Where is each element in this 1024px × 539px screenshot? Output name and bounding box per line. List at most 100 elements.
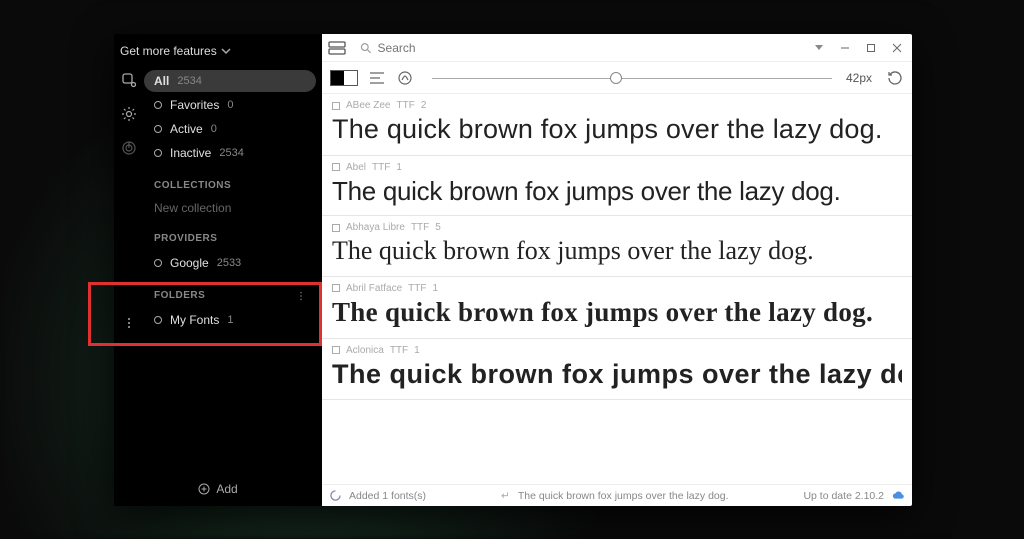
settings-icon[interactable]: [121, 106, 137, 122]
maximize-icon: [866, 43, 876, 53]
filter-favorites-label: Favorites: [170, 98, 219, 112]
align-icon[interactable]: [368, 69, 386, 87]
sidebar-rail: [114, 68, 144, 472]
font-format: TTF: [396, 100, 414, 111]
checkbox-icon[interactable]: [332, 284, 340, 292]
font-format: TTF: [390, 345, 408, 356]
fonts-icon[interactable]: [121, 72, 137, 88]
add-button[interactable]: Add: [114, 472, 322, 506]
sidebar-body: All 2534 Favorites 0 Active 0 Inactive 2…: [114, 68, 322, 472]
search-field[interactable]: [354, 41, 802, 55]
circle-icon: [154, 101, 162, 109]
status-added: Added 1 fonts(s): [349, 490, 426, 502]
chevron-down-icon: [221, 46, 231, 56]
size-slider[interactable]: [432, 70, 832, 86]
main-panel: 42px ABee Zee TTF 2 The quick brown fox …: [322, 34, 912, 506]
filter-all-label: All: [154, 74, 169, 88]
triangle-down-icon: [815, 45, 823, 50]
minimize-icon: [840, 43, 850, 53]
statusbar: Added 1 fonts(s) ↵ The quick brown fox j…: [322, 484, 912, 506]
provider-google[interactable]: Google 2533: [144, 252, 316, 274]
font-styles: 5: [435, 222, 441, 233]
status-uptodate: Up to date 2.10.2: [803, 490, 884, 502]
circle-icon: [154, 259, 162, 267]
cloud-icon: [892, 490, 904, 502]
loading-icon: [330, 490, 341, 501]
filter-favorites[interactable]: Favorites 0: [144, 94, 316, 116]
filter-active-count: 0: [211, 123, 217, 135]
font-item-abeezee[interactable]: ABee Zee TTF 2 The quick brown fox jumps…: [322, 94, 912, 156]
dropdown-button[interactable]: [810, 39, 828, 57]
status-preview-text: The quick brown fox jumps over the lazy …: [518, 490, 729, 502]
font-item-abel[interactable]: Abel TTF 1 The quick brown fox jumps ove…: [322, 156, 912, 217]
filter-inactive-label: Inactive: [170, 146, 211, 160]
provider-google-label: Google: [170, 256, 209, 270]
font-styles: 1: [432, 283, 438, 294]
font-format: TTF: [372, 162, 390, 173]
font-manager-window: Get more features All 2534 Favorites 0: [114, 34, 912, 506]
font-sample: The quick brown fox jumps over the lazy …: [332, 358, 902, 392]
font-name: Abel: [346, 162, 366, 173]
font-meta: Abel TTF 1: [332, 162, 902, 173]
more-icon[interactable]: [296, 291, 306, 301]
font-meta: ABee Zee TTF 2: [332, 100, 902, 111]
font-meta: Abril Fatface TTF 1: [332, 283, 902, 294]
close-button[interactable]: [888, 39, 906, 57]
filter-inactive[interactable]: Inactive 2534: [144, 142, 316, 164]
size-value: 42px: [846, 71, 876, 85]
color-toggle[interactable]: [330, 70, 358, 86]
font-name: Abril Fatface: [346, 283, 402, 294]
topbar: [322, 34, 912, 62]
font-list[interactable]: ABee Zee TTF 2 The quick brown fox jumps…: [322, 94, 912, 484]
circle-icon: [154, 149, 162, 157]
sidebar: Get more features All 2534 Favorites 0: [114, 34, 322, 506]
variant-icon[interactable]: [396, 69, 414, 87]
filter-inactive-count: 2534: [219, 147, 243, 159]
filter-all[interactable]: All 2534: [144, 70, 316, 92]
minimize-button[interactable]: [836, 39, 854, 57]
filter-active[interactable]: Active 0: [144, 118, 316, 140]
more-icon[interactable]: [123, 317, 135, 329]
font-name: Aclonica: [346, 345, 384, 356]
layout-list-icon[interactable]: [328, 40, 346, 56]
circle-icon: [154, 316, 162, 324]
font-format: TTF: [411, 222, 429, 233]
get-more-label: Get more features: [120, 44, 217, 58]
font-sample: The quick brown fox jumps over the lazy …: [332, 175, 902, 208]
folder-myfonts-count: 1: [227, 314, 233, 326]
font-styles: 2: [421, 100, 427, 111]
get-more-features-link[interactable]: Get more features: [114, 34, 322, 68]
search-input[interactable]: [378, 41, 796, 55]
font-meta: Aclonica TTF 1: [332, 345, 902, 356]
new-collection-button[interactable]: New collection: [144, 197, 316, 219]
checkbox-icon[interactable]: [332, 224, 340, 232]
font-format: TTF: [408, 283, 426, 294]
radar-icon[interactable]: [121, 140, 137, 156]
toolbar: 42px: [322, 62, 912, 94]
section-collections: COLLECTIONS: [144, 166, 316, 197]
checkbox-icon[interactable]: [332, 102, 340, 110]
font-item-abril[interactable]: Abril Fatface TTF 1 The quick brown fox …: [322, 277, 912, 339]
add-label: Add: [216, 482, 237, 496]
font-item-aclonica[interactable]: Aclonica TTF 1 The quick brown fox jumps…: [322, 339, 912, 401]
slider-thumb[interactable]: [610, 72, 622, 84]
font-name: Abhaya Libre: [346, 222, 405, 233]
font-sample: The quick brown fox jumps over the lazy …: [332, 296, 902, 330]
filter-favorites-count: 0: [227, 99, 233, 111]
font-meta: Abhaya Libre TTF 5: [332, 222, 902, 233]
checkbox-icon[interactable]: [332, 346, 340, 354]
font-styles: 1: [414, 345, 420, 356]
section-folders: FOLDERS: [144, 276, 316, 307]
sidebar-list: All 2534 Favorites 0 Active 0 Inactive 2…: [144, 68, 322, 472]
circle-icon: [154, 125, 162, 133]
slider-track: [432, 78, 832, 79]
folder-myfonts[interactable]: My Fonts 1: [144, 309, 316, 331]
font-sample: The quick brown fox jumps over the lazy …: [332, 113, 902, 147]
reset-icon[interactable]: [886, 69, 904, 87]
checkbox-icon[interactable]: [332, 163, 340, 171]
font-item-abhaya[interactable]: Abhaya Libre TTF 5 The quick brown fox j…: [322, 216, 912, 277]
filter-all-count: 2534: [177, 75, 201, 87]
maximize-button[interactable]: [862, 39, 880, 57]
provider-google-count: 2533: [217, 257, 241, 269]
plus-circle-icon: [198, 483, 210, 495]
